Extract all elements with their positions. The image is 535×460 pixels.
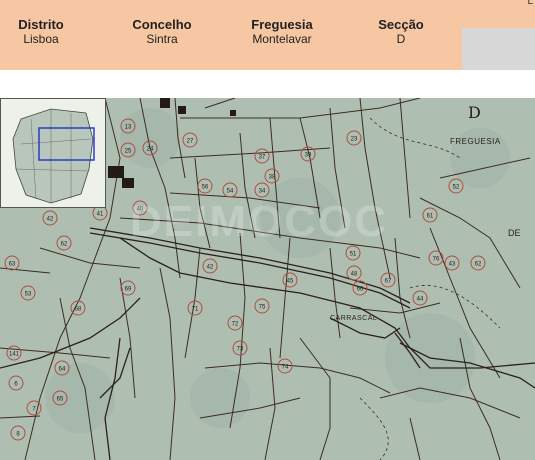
- field-value: Sintra: [146, 32, 178, 46]
- header-gray-panel[interactable]: [462, 28, 535, 70]
- minimap-parish-outline: [12, 108, 94, 204]
- parcel-number-label: 69: [125, 287, 132, 293]
- parcel-number-label: 74: [282, 365, 289, 371]
- field-concelho: Concelho Sintra: [107, 17, 217, 46]
- field-value: Lisboa: [23, 32, 59, 46]
- parcel-number-label: 72: [232, 322, 239, 328]
- parcel-number-label: 65: [57, 397, 64, 403]
- parcel-number-label: 61: [427, 214, 434, 220]
- section-letter-label: D: [468, 103, 481, 122]
- header-bar: Distrito Lisboa Concelho Sintra Freguesi…: [0, 0, 535, 70]
- white-gap: [0, 70, 535, 98]
- parcel-number-label: 51: [350, 252, 357, 258]
- place-de-label: DE: [508, 228, 521, 238]
- parcel-number-label: 13: [125, 125, 132, 131]
- parcel-number-label: 37: [259, 155, 266, 161]
- parcel-number-label: 52: [453, 185, 460, 191]
- parcel-number-label: 45: [287, 279, 294, 285]
- parcel-number-label: 23: [351, 137, 358, 143]
- parcel-number-label: 34: [259, 189, 266, 195]
- parcel-number-label: 63: [9, 262, 16, 268]
- place-freguesia-label: FREGUESIA: [450, 137, 501, 146]
- parcel-number-label: 41: [97, 212, 104, 218]
- overview-minimap[interactable]: [0, 98, 106, 208]
- parcel-number-label: 39: [305, 153, 312, 159]
- parcel-number-label: 141: [9, 352, 20, 358]
- parcel-number-label: 24: [147, 147, 154, 153]
- minimap-canvas: [1, 99, 105, 207]
- parcel-number-label: 67: [385, 279, 392, 285]
- parcel-number-label: 54: [227, 189, 234, 195]
- parcel-number-label: 68: [75, 307, 82, 313]
- field-seccao: Secção D: [346, 17, 456, 46]
- field-label: Distrito: [18, 17, 64, 32]
- parcel-number-label: 76: [433, 257, 440, 263]
- parcel-number-label: 42: [47, 217, 54, 223]
- parcel-number-label: 44: [417, 297, 424, 303]
- parcel-number-label: 66: [357, 287, 364, 293]
- parcel-number-label: 75: [259, 305, 266, 311]
- field-label: Concelho: [132, 17, 192, 32]
- parcel-number-label: 48: [351, 272, 358, 278]
- parcel-number-label: 27: [187, 139, 194, 145]
- field-distrito: Distrito Lisboa: [0, 17, 96, 46]
- parcel-number-label: 62: [61, 242, 68, 248]
- corner-mark: L: [527, 0, 533, 7]
- parcel-number-label: 71: [192, 307, 199, 313]
- parcel-number-label: 73: [237, 347, 244, 353]
- parcel-number-label: 62: [475, 262, 482, 268]
- field-label: Freguesia: [251, 17, 313, 32]
- parcel-number-label: 53: [25, 292, 32, 298]
- parcel-number-label: 38: [269, 175, 276, 181]
- parcel-number-label: 25: [125, 149, 132, 155]
- field-freguesia: Freguesia Montelavar: [227, 17, 337, 46]
- parcel-number-label: 56: [202, 185, 209, 191]
- field-value: Montelavar: [252, 32, 312, 46]
- parcel-number-label: 42: [207, 265, 214, 271]
- watermark: DEIMOCOC: [130, 197, 388, 246]
- parcel-number-label: 64: [59, 367, 66, 373]
- place-carrascal-label: CARRASCAL: [330, 315, 377, 322]
- field-value: D: [396, 32, 406, 46]
- parcel-number-label: 43: [449, 262, 456, 268]
- field-label: Secção: [378, 17, 424, 32]
